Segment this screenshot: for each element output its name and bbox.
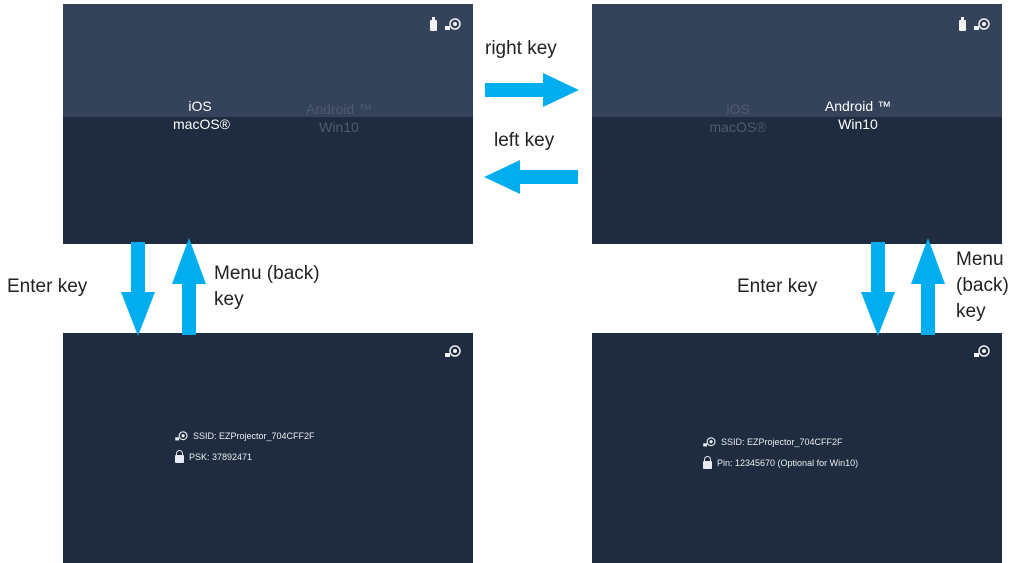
- screen-header-band: [592, 4, 1002, 117]
- psk-row: PSK: 37892471: [175, 450, 315, 463]
- wifi-status-icon: [974, 18, 990, 30]
- ssid-row: SSID: EZProjector_704CFF2F: [703, 437, 858, 448]
- pin-row: Pin: 12345670 (Optional for Win10): [703, 456, 859, 469]
- lock-icon: [175, 450, 184, 463]
- screen-os-select-ios: iOS macOS® Android ™ Win10: [63, 4, 473, 244]
- status-icons: [430, 16, 461, 32]
- option-android-win10[interactable]: Android ™ Win10: [818, 97, 898, 133]
- right-key-label: right key: [485, 38, 557, 59]
- option-ios-macos[interactable]: iOS macOS®: [708, 100, 768, 136]
- screen-network-info-ios: SSID: EZProjector_704CFF2F PSK: 37892471: [63, 333, 473, 563]
- pin-text: Pin: 12345670 (Optional for Win10): [717, 458, 859, 468]
- option-line: macOS®: [173, 116, 230, 132]
- usb-drive-icon: [430, 16, 437, 31]
- status-icons: [974, 345, 990, 359]
- right-arrow-icon: [485, 73, 579, 107]
- option-line: Android ™: [305, 101, 373, 117]
- wifi-status-icon: [445, 345, 461, 357]
- screen-network-info-android: SSID: EZProjector_704CFF2F Pin: 12345670…: [592, 333, 1002, 563]
- label-line: key: [956, 301, 986, 322]
- wifi-status-icon: [445, 18, 461, 30]
- left-key-label: left key: [494, 130, 555, 151]
- label-line: Menu (back): [214, 263, 320, 284]
- option-line: iOS: [726, 101, 750, 117]
- screen-header-band: [63, 4, 473, 117]
- option-ios-macos[interactable]: iOS macOS®: [173, 97, 230, 133]
- network-info: SSID: EZProjector_704CFF2F Pin: 12345670…: [703, 437, 858, 469]
- wifi-icon: [703, 437, 716, 447]
- status-icons: [445, 345, 461, 359]
- option-line: Win10: [838, 116, 878, 132]
- usb-drive-icon: [959, 16, 966, 31]
- network-info: SSID: EZProjector_704CFF2F PSK: 37892471: [175, 431, 315, 463]
- screen-os-select-android: iOS macOS® Android ™ Win10: [592, 4, 1002, 244]
- menu-back-key-label: Menu (back) key: [956, 249, 1009, 323]
- status-icons: [959, 16, 990, 32]
- down-arrow-icon: [861, 242, 895, 336]
- lock-icon: [703, 456, 712, 469]
- option-line: Android ™: [824, 98, 892, 114]
- label-line: Menu: [956, 249, 1004, 270]
- label-line: key: [214, 289, 244, 310]
- ssid-text: SSID: EZProjector_704CFF2F: [721, 437, 843, 447]
- left-arrow-icon: [484, 160, 578, 194]
- label-line: (back): [956, 275, 1009, 296]
- up-arrow-icon: [172, 238, 206, 335]
- psk-text: PSK: 37892471: [189, 452, 253, 462]
- enter-key-label: Enter key: [737, 276, 818, 297]
- option-line: Win10: [319, 119, 359, 135]
- option-line: iOS: [188, 98, 212, 114]
- up-arrow-icon: [911, 238, 945, 335]
- ssid-row: SSID: EZProjector_704CFF2F: [175, 431, 315, 442]
- option-android-win10[interactable]: Android ™ Win10: [299, 100, 379, 136]
- option-line: macOS®: [709, 119, 767, 135]
- down-arrow-icon: [121, 242, 155, 336]
- menu-back-key-label: Menu (back) key: [214, 263, 320, 311]
- wifi-status-icon: [974, 345, 990, 357]
- wifi-icon: [175, 431, 188, 441]
- enter-key-label: Enter key: [7, 276, 88, 297]
- ssid-text: SSID: EZProjector_704CFF2F: [193, 431, 315, 441]
